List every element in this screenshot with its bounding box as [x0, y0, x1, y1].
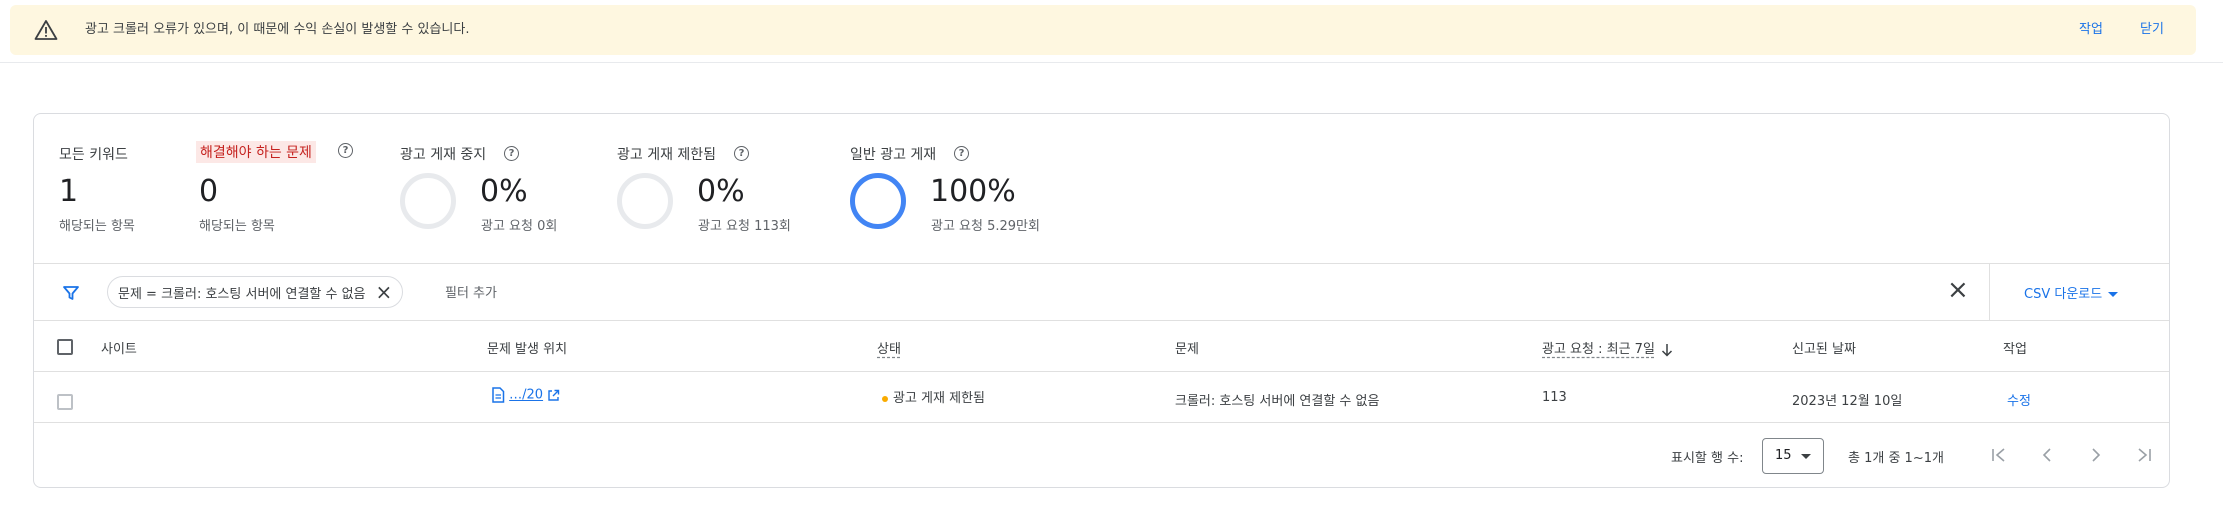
warning-triangle-icon — [34, 20, 58, 40]
all-keywords-value: 1 — [59, 174, 79, 209]
column-header-reported-date[interactable]: 신고된 날짜 — [1792, 338, 1856, 357]
column-header-ad-requests-label: 광고 요청 : 최근 7일 — [1542, 342, 1655, 357]
banner-close-button[interactable]: 닫기 — [2140, 5, 2164, 55]
help-icon[interactable]: ? — [504, 146, 519, 161]
cell-issue: 크롤러: 호스팅 서버에 연결할 수 없음 — [1175, 394, 1380, 409]
document-icon — [492, 387, 505, 403]
previous-page-icon[interactable] — [2037, 445, 2057, 465]
cell-reported-date: 2023년 12월 10일 — [1792, 394, 1903, 409]
ad-serving-limited-sub: 광고 요청 113회 — [698, 219, 791, 234]
help-icon[interactable]: ? — [954, 146, 969, 161]
cell-location: …/20 — [491, 387, 560, 403]
column-header-status[interactable]: 상태 — [877, 338, 901, 357]
ad-serving-stopped-ring — [400, 173, 456, 229]
location-link[interactable]: …/20 — [509, 388, 543, 403]
issues-to-fix-label: 해결해야 하는 문제 — [196, 141, 316, 163]
all-keywords-sub: 해당되는 항목 — [59, 219, 135, 234]
issues-to-fix-sub: 해당되는 항목 — [199, 219, 275, 234]
close-icon[interactable]: × — [1947, 277, 1969, 303]
caret-down-icon — [1801, 454, 1811, 459]
general-ad-serving-sub: 광고 요청 5.29만회 — [931, 219, 1040, 234]
select-all-checkbox[interactable] — [57, 339, 73, 355]
column-header-action: 작업 — [2003, 342, 2027, 357]
general-ad-serving-label: 일반 광고 게재 — [850, 147, 937, 163]
rows-per-page-value: 15 — [1775, 448, 1792, 463]
open-in-new-icon[interactable] — [547, 389, 560, 402]
column-header-issue[interactable]: 문제 — [1175, 338, 1199, 357]
rows-per-page-label: 표시할 행 수: — [1671, 451, 1744, 466]
csv-download-button[interactable]: CSV 다운로드 — [2024, 283, 2119, 302]
cell-status: 광고 게재 제한됨 — [882, 387, 985, 406]
status-text: 광고 게재 제한됨 — [893, 391, 985, 406]
divider — [34, 263, 2169, 264]
pagination-range: 총 1개 중 1~1개 — [1848, 451, 1944, 466]
banner-action-button[interactable]: 작업 — [2079, 5, 2103, 55]
row-checkbox[interactable] — [57, 394, 73, 410]
first-page-icon[interactable] — [1989, 445, 2009, 465]
csv-download-label: CSV 다운로드 — [2024, 287, 2103, 302]
ad-serving-stopped-label: 광고 게재 중지 — [400, 147, 487, 163]
arrow-down-icon — [1661, 343, 1672, 357]
last-page-icon[interactable] — [2134, 445, 2154, 465]
cell-ad-requests: 113 — [1542, 390, 1567, 405]
ad-serving-stopped-value: 0% — [480, 174, 528, 209]
divider — [1989, 263, 1990, 320]
divider — [34, 371, 2169, 372]
add-filter-input[interactable]: 필터 추가 — [445, 282, 497, 301]
filter-chip-label: 문제 = 크롤러: 호스팅 서버에 연결할 수 없음 — [118, 286, 366, 302]
column-header-location[interactable]: 문제 발생 위치 — [487, 338, 567, 357]
warning-banner: 광고 크롤러 오류가 있으며, 이 때문에 수익 손실이 발생할 수 있습니다.… — [10, 5, 2196, 55]
column-header-ad-requests[interactable]: 광고 요청 : 최근 7일 — [1542, 338, 1673, 357]
general-ad-serving-value: 100% — [930, 174, 1016, 209]
help-icon[interactable]: ? — [734, 146, 749, 161]
status-dot — [882, 395, 888, 402]
banner-message: 광고 크롤러 오류가 있으며, 이 때문에 수익 손실이 발생할 수 있습니다. — [85, 22, 470, 37]
divider — [34, 320, 2169, 321]
general-ad-serving-ring — [850, 173, 906, 229]
fix-button[interactable]: 수정 — [2007, 390, 2031, 409]
divider — [34, 422, 2169, 423]
ad-serving-limited-label: 광고 게재 제한됨 — [617, 147, 717, 163]
filter-chip[interactable]: 문제 = 크롤러: 호스팅 서버에 연결할 수 없음 × — [107, 276, 404, 308]
next-page-icon[interactable] — [2086, 445, 2106, 465]
column-header-site[interactable]: 사이트 — [101, 338, 137, 357]
issues-to-fix-value: 0 — [199, 174, 219, 209]
issues-card: 모든 키워드 1 해당되는 항목 해결해야 하는 문제 ? 0 해당되는 항목 … — [33, 113, 2170, 488]
ad-serving-limited-value: 0% — [697, 174, 745, 209]
all-keywords-label: 모든 키워드 — [59, 147, 128, 163]
filter-funnel-icon[interactable] — [62, 284, 80, 302]
ad-serving-stopped-sub: 광고 요청 0회 — [481, 219, 558, 234]
ad-serving-limited-ring — [617, 173, 673, 229]
help-icon[interactable]: ? — [338, 143, 353, 158]
close-icon[interactable]: × — [376, 282, 393, 302]
rows-per-page-select[interactable]: 15 — [1762, 438, 1824, 474]
banner-divider — [0, 62, 2223, 63]
caret-down-icon — [2108, 292, 2119, 297]
